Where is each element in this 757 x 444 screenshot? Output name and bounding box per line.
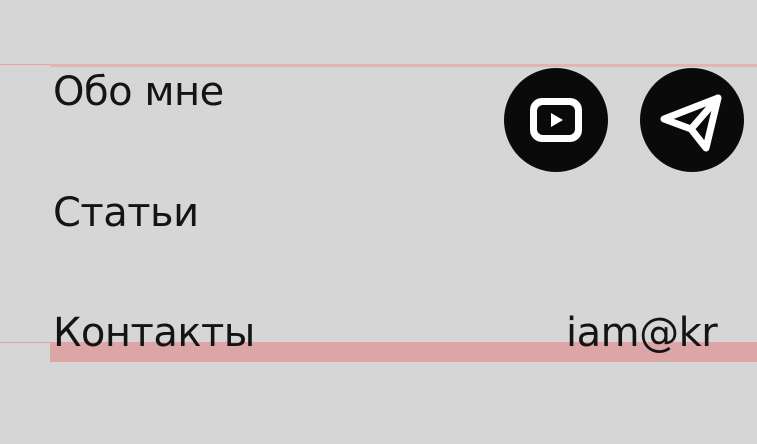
nav-link-contacts[interactable]: Контакты <box>53 313 255 353</box>
youtube-link[interactable] <box>504 68 608 172</box>
nav-link-articles[interactable]: Статьи <box>53 193 199 233</box>
youtube-icon <box>530 98 582 142</box>
telegram-icon <box>660 94 722 152</box>
nav-link-about[interactable]: Обо мне <box>53 72 224 112</box>
telegram-link[interactable] <box>640 68 744 172</box>
email-link[interactable]: iam@kr <box>566 313 718 353</box>
highlight-strip-top <box>50 64 757 67</box>
